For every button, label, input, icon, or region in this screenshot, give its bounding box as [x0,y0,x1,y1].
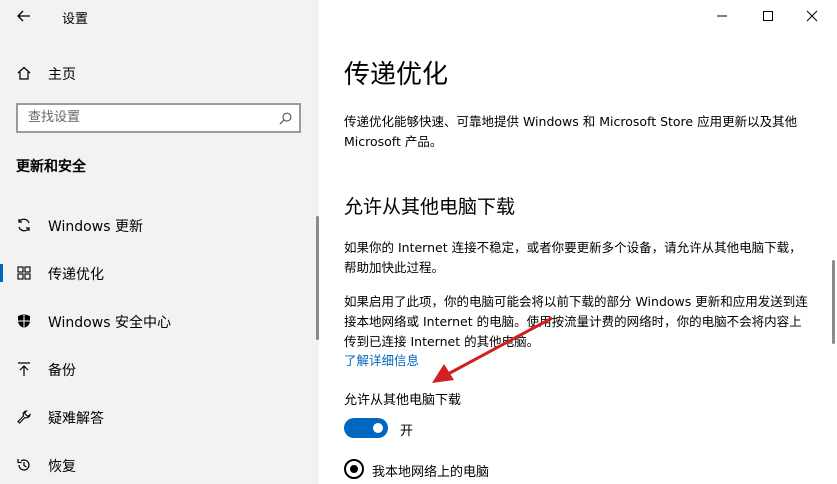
maximize-icon[interactable] [758,6,778,26]
shield-icon [18,314,30,328]
search-box[interactable] [16,103,301,133]
sidebar-item-label: Windows 更新 [48,219,143,235]
sidebar-item-delivery-optimization[interactable]: 传递优化 [0,258,319,288]
minimize-icon[interactable] [712,6,732,26]
sidebar-item-home[interactable]: 主页 [0,58,319,88]
info-paragraph-1: 如果你的 Internet 连接不稳定，或者你要更新多个设备，请允许从其他电脑下… [344,240,802,275]
info-paragraph-2: 如果启用了此项，你的电脑可能会将以前下载的部分 Windows 更新和应用发送到… [344,294,808,349]
radio-dot [350,465,358,473]
window-title: 设置 [62,12,89,27]
sidebar-item-label: 疑难解答 [48,411,104,427]
toggle-state-label: 开 [400,424,414,439]
search-icon[interactable] [278,111,293,126]
sidebar-item-label: 恢复 [48,459,76,475]
page-description: 传递优化能够快速、可靠地提供 Windows 和 Microsoft Store… [344,114,798,149]
page-title: 传递优化 [344,60,449,90]
close-icon[interactable] [802,6,822,26]
allow-downloads-toggle[interactable] [344,418,388,438]
local-network-radio[interactable] [344,459,364,479]
history-icon [17,459,30,471]
toggle-knob [373,423,383,433]
sync-icon [18,218,30,232]
sidebar: 设置 主页 更新和安全 Windows 更新 传递优化 [0,0,319,484]
sidebar-item-label: 传递优化 [48,267,104,283]
delivery-icon [17,266,31,280]
sidebar-item-windows-security[interactable]: Windows 安全中心 [0,306,319,336]
sidebar-item-backup[interactable]: 备份 [0,354,319,384]
learn-more-link[interactable]: 了解详细信息 [344,350,419,369]
content-scrollbar[interactable] [832,260,835,344]
section-heading: 允许从其他电脑下载 [344,196,516,218]
upload-icon [18,362,30,376]
search-input[interactable] [26,109,275,126]
back-arrow-icon[interactable] [14,6,34,26]
home-icon [17,66,31,80]
sidebar-item-label: Windows 安全中心 [48,315,171,331]
wrench-icon [17,410,31,424]
sidebar-item-recovery[interactable]: 恢复 [0,450,319,480]
section-title: 更新和安全 [16,159,86,175]
sidebar-item-label: 主页 [48,67,76,83]
sidebar-item-label: 备份 [48,363,76,379]
sidebar-item-troubleshoot[interactable]: 疑难解答 [0,402,319,432]
local-network-radio-label: 我本地网络上的电脑 [372,465,490,480]
annotation-arrow-icon [432,316,553,383]
sidebar-item-windows-update[interactable]: Windows 更新 [0,210,319,240]
